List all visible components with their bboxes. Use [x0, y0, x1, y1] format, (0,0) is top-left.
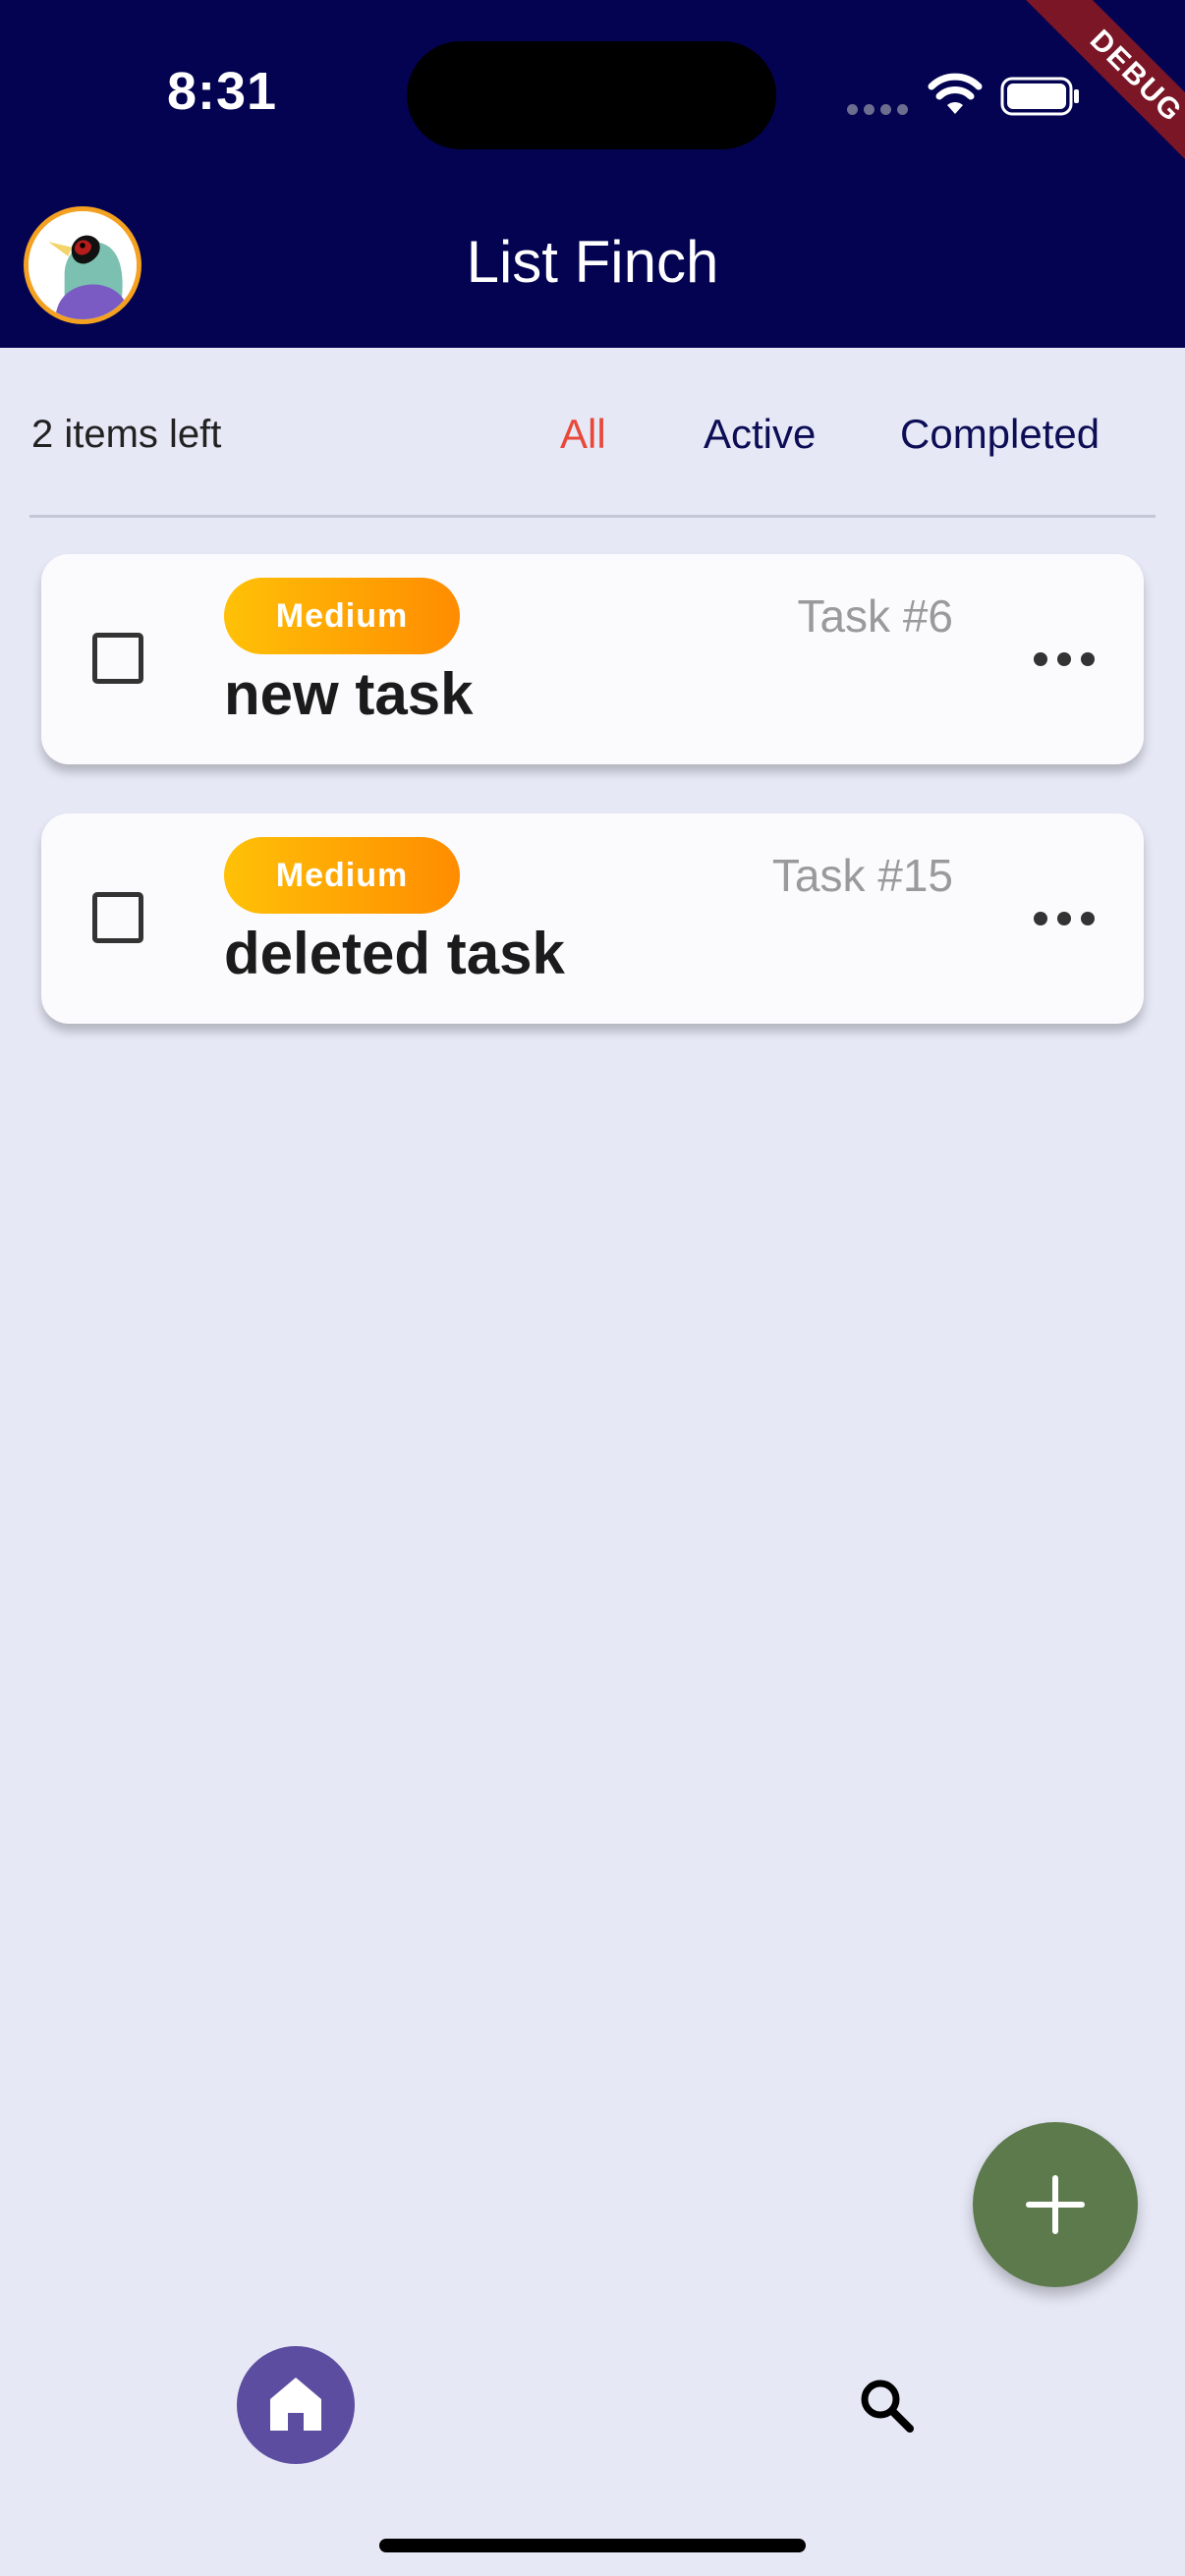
battery-icon — [1000, 77, 1079, 116]
home-indicator — [379, 2539, 806, 2552]
wifi-icon — [928, 73, 983, 114]
filter-all[interactable]: All — [560, 411, 606, 458]
home-icon — [270, 2378, 321, 2431]
dynamic-island — [407, 41, 776, 149]
app-header: 8:31 DEBUG List Finch — [0, 0, 1185, 348]
search-icon[interactable] — [857, 2376, 916, 2435]
more-horizontal-icon[interactable] — [1034, 644, 1099, 674]
task-number: Task #6 — [797, 590, 953, 642]
task-title: new task — [224, 661, 474, 727]
filter-active[interactable]: Active — [704, 411, 816, 458]
task-checkbox[interactable] — [92, 892, 143, 943]
divider — [29, 515, 1156, 518]
more-horizontal-icon[interactable] — [1034, 904, 1099, 933]
task-checkbox[interactable] — [92, 633, 143, 684]
nav-home-button[interactable] — [237, 2346, 355, 2464]
task-card[interactable]: Medium Task #6 new task — [41, 554, 1144, 764]
status-time: 8:31 — [167, 62, 278, 121]
page-title: List Finch — [466, 229, 719, 295]
add-task-button[interactable] — [973, 2122, 1138, 2287]
task-card[interactable]: Medium Task #15 deleted task — [41, 813, 1144, 1024]
priority-badge: Medium — [224, 837, 460, 914]
priority-badge: Medium — [224, 578, 460, 654]
plus-icon-stroke — [1052, 2175, 1058, 2234]
items-left-count: 2 items left — [31, 413, 222, 456]
filter-completed[interactable]: Completed — [900, 411, 1100, 458]
task-title: deleted task — [224, 921, 565, 986]
cellular-signal-icon — [847, 104, 908, 115]
task-number: Task #15 — [771, 850, 953, 901]
